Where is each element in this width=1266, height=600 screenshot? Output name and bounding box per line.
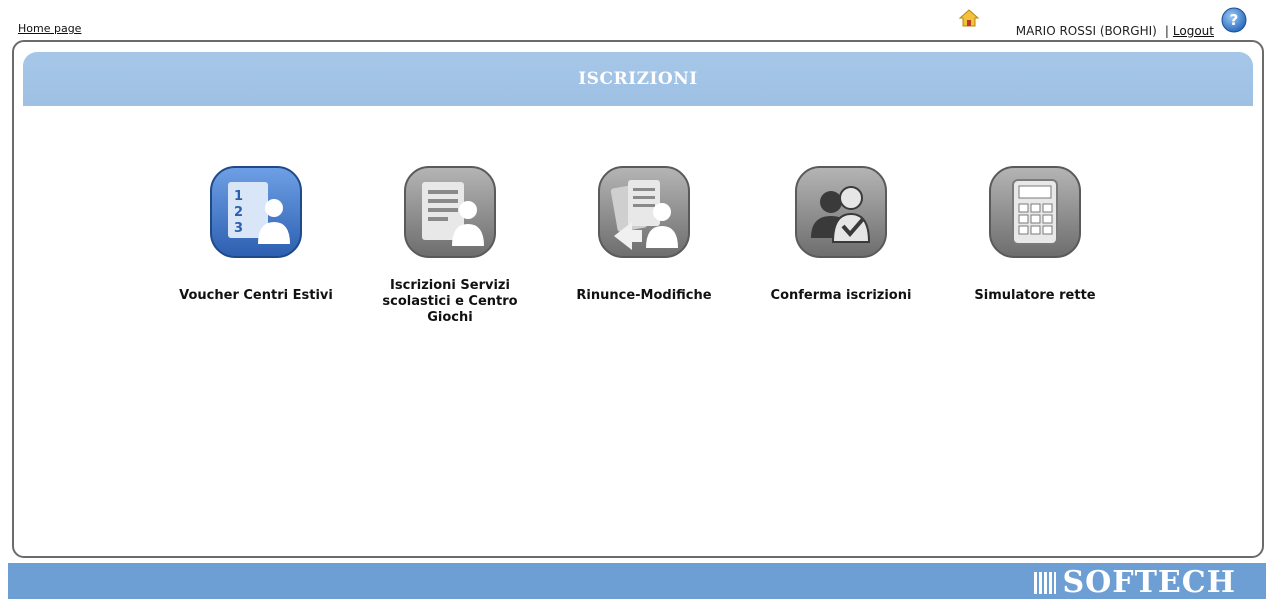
svg-text:3: 3: [234, 221, 243, 236]
main-panel: ISCRIZIONI 1 2 3 Voucher Centri Estivi I…: [12, 40, 1264, 558]
user-area: MARIO ROSSI (BORGHI) | Logout: [1016, 8, 1214, 38]
tile-iscrizioni-servizi[interactable]: Iscrizioni Servizi scolastici e Centro G…: [365, 164, 535, 326]
section-title: ISCRIZIONI: [578, 69, 698, 89]
brand-bars-icon: [1034, 571, 1057, 594]
brand-name: SOFTECH: [1062, 565, 1236, 600]
tile-voucher-centri-estivi[interactable]: 1 2 3 Voucher Centri Estivi: [171, 164, 341, 304]
svg-text:?: ?: [1230, 11, 1239, 29]
tile-label: Voucher Centri Estivi: [179, 288, 333, 303]
document-person-icon: [404, 166, 496, 258]
calculator-icon: [989, 166, 1081, 258]
home-icon[interactable]: [958, 8, 980, 28]
logout-link[interactable]: Logout: [1173, 24, 1214, 38]
home-page-link[interactable]: Home page: [18, 22, 81, 35]
tile-conferma-iscrizioni[interactable]: Conferma iscrizioni: [756, 164, 926, 304]
people-check-icon: [795, 166, 887, 258]
help-icon[interactable]: ?: [1221, 7, 1247, 33]
svg-text:1: 1: [234, 189, 243, 204]
tile-label: Conferma iscrizioni: [770, 288, 912, 303]
separator: |: [1164, 24, 1169, 38]
tile-label: Rinunce-Modifiche: [576, 288, 712, 303]
tile-simulatore-rette[interactable]: Simulatore rette: [950, 164, 1120, 304]
brand-logo: SOFTECH: [1034, 565, 1236, 600]
footer-bar: SOFTECH: [8, 563, 1266, 600]
section-header: ISCRIZIONI: [23, 52, 1253, 106]
numbered-list-person-icon: 1 2 3: [210, 166, 302, 258]
tile-rinunce-modifiche[interactable]: Rinunce-Modifiche: [559, 164, 729, 304]
tile-label: Iscrizioni Servizi scolastici e Centro G…: [382, 278, 518, 325]
svg-text:2: 2: [234, 205, 243, 220]
documents-exchange-person-icon: [598, 166, 690, 258]
tile-label: Simulatore rette: [974, 288, 1096, 303]
user-name: MARIO ROSSI (BORGHI): [1015, 24, 1157, 38]
top-bar: Home page MARIO ROSSI (BORGHI) | Logout …: [0, 0, 1266, 40]
